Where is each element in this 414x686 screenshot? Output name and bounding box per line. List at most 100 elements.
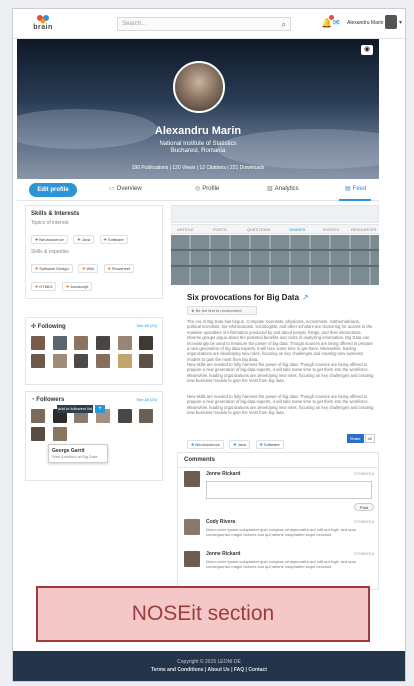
- edit-profile-button[interactable]: Edit profile: [29, 183, 77, 197]
- expertise-chip[interactable]: ✚Javascript: [61, 282, 93, 291]
- followers-card: ◔ Followers See All (23) George Garrit W…: [25, 391, 163, 481]
- tab-shares[interactable]: SHARES: [289, 227, 305, 232]
- topic-chip[interactable]: ✚Java: [73, 235, 95, 244]
- post-comment-button[interactable]: Post: [354, 503, 374, 511]
- institution-name: National Institute of Statistics: [159, 141, 237, 147]
- post-cover-image[interactable]: [171, 235, 379, 285]
- search-icon[interactable]: ⌕: [282, 20, 286, 30]
- follower-avatar[interactable]: [139, 409, 154, 423]
- logo-text: brain: [33, 24, 53, 31]
- tab-profile[interactable]: ◎ Profile: [195, 185, 219, 192]
- following-avatar[interactable]: [74, 336, 89, 350]
- logo[interactable]: brain: [31, 14, 55, 31]
- camera-icon[interactable]: ◉: [361, 45, 373, 55]
- analytics-icon: ▥: [267, 186, 273, 192]
- tag-icon: ✚: [77, 237, 81, 242]
- followers-see-all-link[interactable]: See All (23): [136, 397, 157, 402]
- tab-overview[interactable]: ▭ Overview: [109, 185, 142, 192]
- following-avatar[interactable]: [52, 354, 67, 368]
- following-avatar[interactable]: [139, 336, 154, 350]
- tab-events[interactable]: EVENTS: [323, 227, 339, 232]
- post-tag[interactable]: ✚Software: [255, 440, 284, 449]
- post-paragraph: New skills are needed to fully harness t…: [187, 394, 374, 416]
- expertise-label: Skills & expertise: [31, 249, 70, 255]
- tab-analytics[interactable]: ▥ Analytics: [267, 185, 299, 192]
- post-paragraph: The era of Big Data has begun. Computer …: [187, 319, 373, 362]
- tag-icon: ✚: [191, 442, 195, 447]
- comment-author[interactable]: Cody Rivera: [206, 519, 235, 525]
- expertise-text: Flowsheet: [111, 266, 131, 271]
- post-tag-label: Software: [263, 442, 280, 447]
- profile-icon: ◎: [195, 186, 201, 192]
- tab-article[interactable]: ARTICLE: [177, 227, 194, 232]
- following-grid: [31, 336, 157, 368]
- plus-icon[interactable]: +: [95, 405, 105, 413]
- tab-resources[interactable]: RESOURCES: [351, 227, 376, 232]
- following-avatar[interactable]: [95, 336, 110, 350]
- avatar[interactable]: [184, 551, 200, 567]
- skills-title: Skills & Interests: [31, 211, 80, 217]
- comment-input[interactable]: [206, 481, 372, 499]
- expertise-chip[interactable]: ✚Wiki: [78, 264, 99, 273]
- post-tag[interactable]: ✚Java: [229, 440, 251, 449]
- external-link-icon[interactable]: ↗: [302, 293, 309, 302]
- followers-title-text: Followers: [36, 397, 65, 403]
- footer: Copyright © 2015 LEONI DE Terms and Cond…: [13, 651, 405, 681]
- post-tag[interactable]: ✚Neuroscience: [187, 440, 224, 449]
- following-avatar[interactable]: [31, 354, 45, 368]
- topics-list: ✚Neuroscience ✚Java ✚Software: [31, 228, 157, 246]
- follower-avatar[interactable]: [117, 409, 132, 423]
- follower-avatar[interactable]: [31, 427, 45, 441]
- post-title[interactable]: Six provocations for Big Data ↗: [187, 293, 309, 302]
- following-avatar[interactable]: [117, 354, 132, 368]
- share-button[interactable]: Share: [346, 434, 364, 443]
- chevron-down-icon[interactable]: ▾: [399, 19, 402, 26]
- following-see-all-link[interactable]: See All (23): [136, 323, 157, 328]
- username[interactable]: Alexandru Marin: [347, 20, 383, 26]
- notifications-icon[interactable]: 🔔: [321, 15, 335, 29]
- tag-icon: ✚: [35, 266, 39, 271]
- tab-posts[interactable]: POSTS: [213, 227, 227, 232]
- topic-chip[interactable]: ✚Software: [99, 235, 128, 244]
- tab-analytics-label: Analytics: [274, 186, 299, 192]
- profile-institution: National Institute of Statistics Buchare…: [17, 141, 379, 155]
- mail-icon[interactable]: ✉: [333, 18, 340, 27]
- comment-compose: Jonne Rickard 27/08/2015 Post: [184, 471, 374, 515]
- following-avatar[interactable]: [52, 336, 67, 350]
- profile-photo[interactable]: [173, 61, 225, 113]
- avatar[interactable]: [385, 15, 397, 29]
- following-avatar[interactable]: [74, 354, 89, 368]
- recommend-button[interactable]: ★ Be the first to recommend: [187, 306, 257, 315]
- comment-item: Jonne Rickard 27/08/2015 Nemo enim ipsam…: [184, 551, 374, 579]
- top-navigation: brain Search... ⌕ 🔔 ✉ Alexandru Marin ▾: [13, 9, 405, 39]
- tab-profile-label: Profile: [202, 186, 220, 192]
- add-follower-button[interactable]: Add to followers list: [57, 405, 93, 413]
- share-widget: Share 42: [346, 434, 375, 443]
- search-input[interactable]: Search... ⌕: [117, 17, 291, 31]
- topic-label: Java: [81, 237, 91, 242]
- post-tags: ✚Neuroscience ✚Java ✚Software Share 42: [187, 433, 375, 451]
- institution-location: Bucharest, Romania: [170, 148, 226, 154]
- post-title-text: Six provocations for Big Data: [187, 293, 300, 302]
- comment-text: Nemo enim ipsam voluptatem quia voluptas…: [206, 559, 356, 569]
- expertise-chip[interactable]: ✚Flowsheet: [103, 264, 135, 273]
- following-avatar[interactable]: [117, 336, 132, 350]
- tab-questions[interactable]: QUESTIONS: [247, 227, 271, 232]
- comment-text: Nemo enim ipsam voluptatem quia voluptas…: [206, 527, 356, 537]
- expertise-chip[interactable]: ✚Software Design: [31, 264, 73, 273]
- following-avatar[interactable]: [139, 354, 154, 368]
- followers-grid: [31, 409, 157, 441]
- footer-links[interactable]: Terms and Conditions | About Us | FAQ | …: [13, 667, 405, 673]
- post-tag-label: Neuroscience: [195, 442, 220, 447]
- follower-avatar[interactable]: [31, 409, 45, 423]
- comment-author[interactable]: Jonne Rickard: [206, 551, 240, 557]
- expertise-chip[interactable]: ✚HTML5: [31, 282, 57, 291]
- following-avatar[interactable]: [95, 354, 110, 368]
- overview-icon: ▭: [109, 186, 115, 192]
- follower-avatar[interactable]: [52, 427, 67, 441]
- following-avatar[interactable]: [31, 336, 45, 350]
- tag-icon: ✚: [35, 284, 39, 289]
- tab-feed[interactable]: ▤ Feed: [345, 185, 366, 192]
- topic-chip[interactable]: ✚Neuroscience: [31, 235, 68, 244]
- avatar[interactable]: [184, 519, 200, 535]
